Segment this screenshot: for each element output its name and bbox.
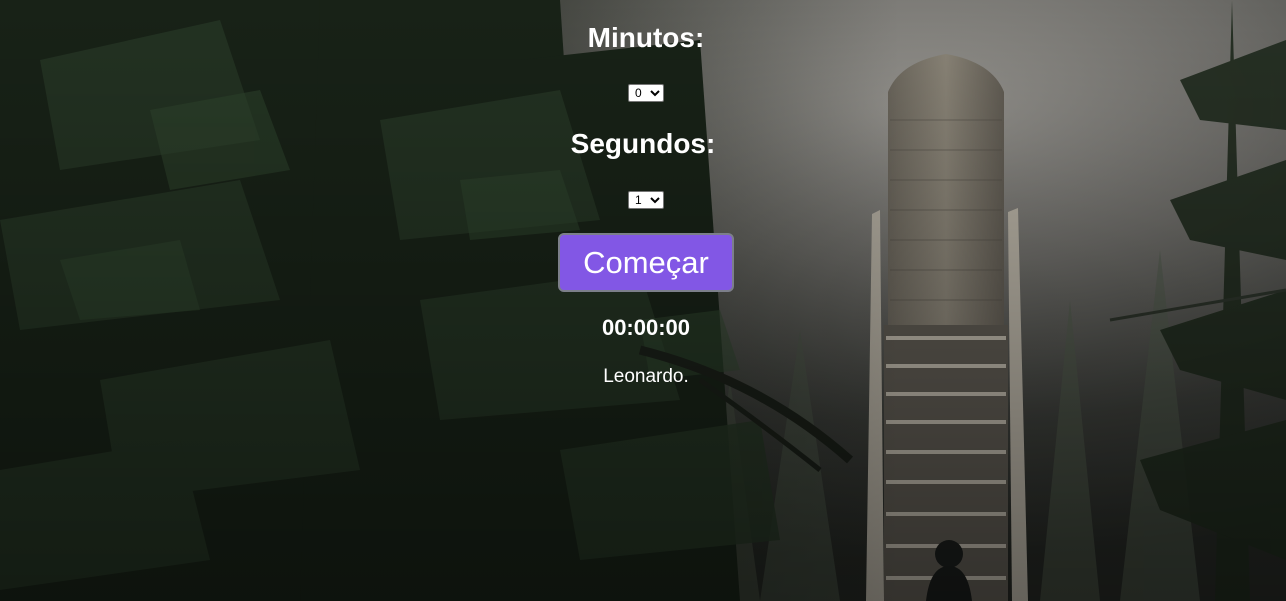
seconds-select[interactable]: 1 (628, 191, 664, 209)
author-credit: Leonardo. (603, 366, 689, 387)
minutes-select-wrapper: 0 (628, 84, 664, 102)
seconds-label: Segundos: (570, 128, 716, 159)
start-button[interactable]: Começar (558, 233, 734, 292)
timer-panel: Minutos: 0 Segundos: 1 Começar 00:00:00 … (0, 0, 1286, 601)
seconds-select-wrapper: 1 (628, 191, 664, 209)
minutes-label: Minutos: (587, 22, 705, 53)
minutes-select[interactable]: 0 (628, 84, 664, 102)
timer-display: 00:00:00 (601, 315, 691, 340)
